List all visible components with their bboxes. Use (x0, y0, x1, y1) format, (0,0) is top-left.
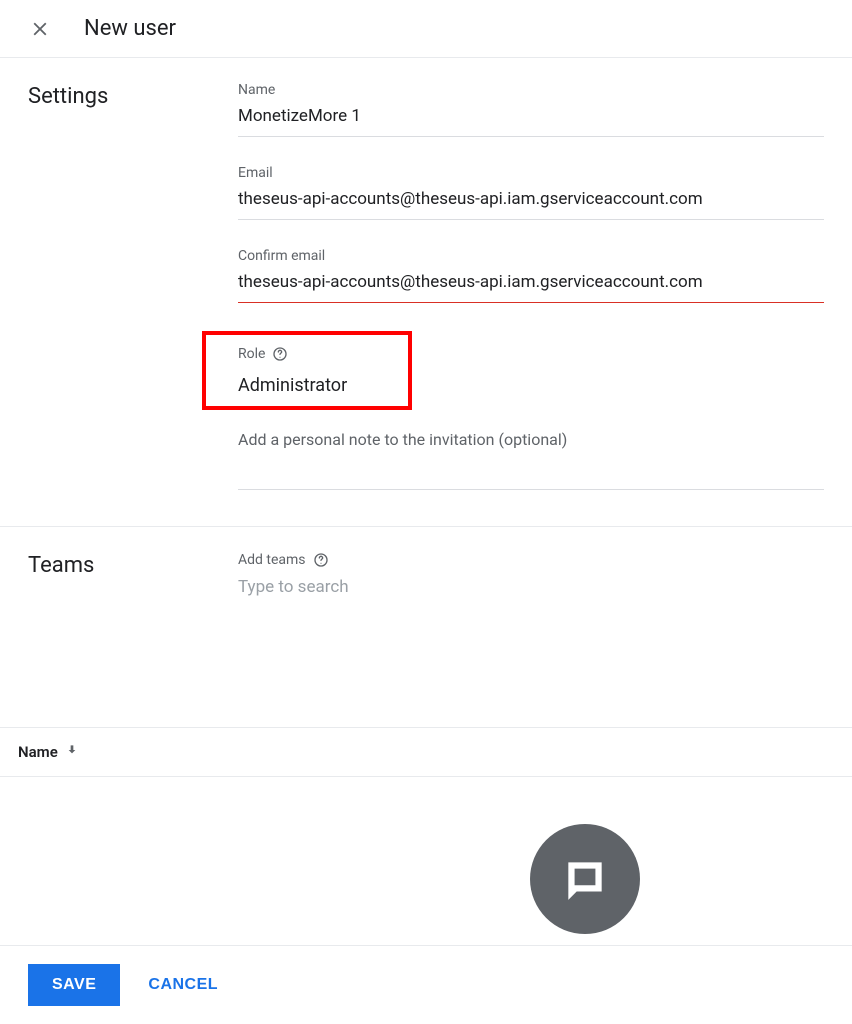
column-name[interactable]: Name (18, 743, 58, 761)
teams-heading: Teams (28, 551, 238, 607)
header: New user (0, 0, 852, 58)
arrow-down-icon[interactable] (64, 742, 80, 762)
email-field[interactable]: Email theseus-api-accounts@theseus-api.i… (238, 165, 824, 220)
settings-heading: Settings (28, 82, 238, 518)
role-label-text: Role (238, 346, 265, 362)
table-header[interactable]: Name (0, 727, 852, 777)
add-teams-label-text: Add teams (238, 552, 306, 568)
role-value[interactable]: Administrator (238, 375, 398, 400)
settings-section: Settings Name MonetizeMore 1 Email these… (0, 58, 852, 527)
page-title: New user (84, 16, 176, 41)
teams-search-input[interactable]: Type to search (238, 577, 824, 607)
cancel-button[interactable]: CANCEL (148, 976, 218, 994)
name-field[interactable]: Name MonetizeMore 1 (238, 82, 824, 137)
email-value[interactable]: theseus-api-accounts@theseus-api.iam.gse… (238, 189, 824, 220)
name-label: Name (238, 82, 824, 98)
email-label: Email (238, 165, 824, 181)
help-icon[interactable] (312, 551, 330, 569)
footer: SAVE CANCEL (0, 945, 852, 1024)
confirm-email-field[interactable]: Confirm email theseus-api-accounts@these… (238, 248, 824, 303)
help-icon[interactable] (271, 345, 289, 363)
confirm-email-label: Confirm email (238, 248, 824, 264)
chat-fab[interactable] (530, 824, 640, 934)
teams-section: Teams Add teams Type to search (0, 527, 852, 647)
role-field-highlight: Role Administrator (202, 331, 412, 410)
note-placeholder[interactable]: Add a personal note to the invitation (o… (238, 430, 824, 490)
save-button[interactable]: SAVE (28, 964, 120, 1006)
role-label: Role (238, 345, 398, 363)
close-icon[interactable] (28, 17, 52, 41)
note-field[interactable]: Add a personal note to the invitation (o… (238, 430, 824, 490)
chat-icon (560, 854, 610, 904)
confirm-email-value[interactable]: theseus-api-accounts@theseus-api.iam.gse… (238, 272, 824, 303)
name-value[interactable]: MonetizeMore 1 (238, 106, 824, 137)
add-teams-label: Add teams (238, 551, 824, 569)
